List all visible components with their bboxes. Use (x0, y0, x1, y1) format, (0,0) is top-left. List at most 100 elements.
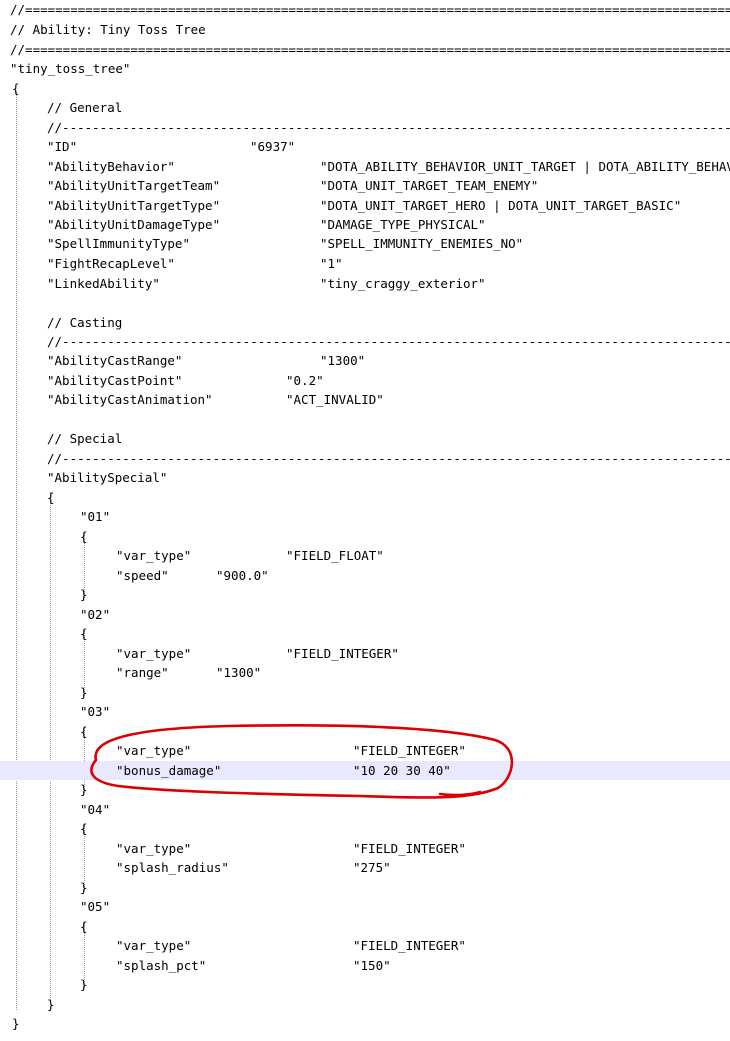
code-line[interactable]: // Special (0, 429, 730, 448)
key-token: "var_type" (116, 938, 192, 953)
line-text: "tiny_toss_tree" (10, 61, 131, 76)
line-text: } (47, 997, 55, 1012)
key-token: "splash_radius" (116, 860, 229, 875)
line-text: // Casting (47, 315, 123, 330)
current-code-line[interactable]: "bonus_damage" "10 20 30 40" (0, 761, 730, 780)
key-token: "AbilityUnitTargetType" (47, 198, 221, 213)
code-line[interactable]: } (0, 585, 730, 604)
code-line[interactable]: { (0, 527, 730, 546)
value-token: "1" (320, 256, 343, 271)
code-line[interactable]: // General (0, 98, 730, 117)
code-line[interactable]: //======================================… (0, 0, 730, 19)
key-token: "LinkedAbility" (47, 276, 160, 291)
code-line[interactable]: //======================================… (0, 40, 730, 59)
code-line[interactable]: "SpellImmunityType" "SPELL_IMMUNITY_ENEMI… (0, 234, 730, 253)
value-token: "DOTA_UNIT_TARGET_TEAM_ENEMY" (320, 178, 539, 193)
value-token: "0.2" (286, 373, 324, 388)
code-line[interactable]: "var_type" "FIELD_INTEGER" (0, 644, 730, 663)
code-line[interactable]: "AbilityBehavior" "DOTA_ABILITY_BEHAVIOR_… (0, 157, 730, 176)
code-line[interactable]: "splash_radius" "275" (0, 858, 730, 877)
code-line[interactable]: { (0, 917, 730, 936)
line-text: //--------------------------------------… (47, 451, 730, 466)
code-line[interactable]: "AbilityCastAnimation" "ACT_INVALID" (0, 390, 730, 409)
line-text: "AbilitySpecial" (47, 470, 168, 485)
code-line[interactable]: } (0, 975, 730, 994)
code-line[interactable]: } (0, 995, 730, 1014)
code-line[interactable]: { (0, 624, 730, 643)
key-token: "AbilityUnitDamageType" (47, 217, 221, 232)
key-token: "speed" (116, 568, 169, 583)
line-text: //======================================… (10, 2, 730, 17)
code-line[interactable]: "AbilityCastRange" "1300" (0, 351, 730, 370)
line-text: "03" (80, 704, 111, 719)
value-token: "DAMAGE_TYPE_PHYSICAL" (320, 217, 486, 232)
code-line[interactable] (0, 410, 730, 429)
code-line[interactable]: "01" (0, 507, 730, 526)
code-line[interactable]: "range" "1300" (0, 663, 730, 682)
code-line[interactable]: "AbilityUnitDamageType" "DAMAGE_TYPE_PHYS… (0, 215, 730, 234)
line-text: //--------------------------------------… (47, 120, 730, 135)
code-editor[interactable]: //======================================… (0, 0, 730, 1041)
code-line[interactable]: "speed" "900.0" (0, 566, 730, 585)
code-line[interactable]: } (0, 1014, 730, 1033)
code-line[interactable]: "ID" "6937" (0, 137, 730, 156)
line-text: "04" (80, 802, 111, 817)
line-text: { (80, 821, 88, 836)
line-text: // Special (47, 431, 123, 446)
key-token: "bonus_damage" (116, 763, 222, 778)
line-text: // General (47, 100, 123, 115)
code-line[interactable]: } (0, 780, 730, 799)
code-line[interactable]: //--------------------------------------… (0, 118, 730, 137)
code-line[interactable]: { (0, 819, 730, 838)
key-token: "AbilityCastRange" (47, 353, 183, 368)
code-line[interactable]: "AbilityCastPoint" "0.2" (0, 371, 730, 390)
code-line[interactable]: "AbilityUnitTargetType" "DOTA_UNIT_TARGET… (0, 196, 730, 215)
code-line[interactable]: //--------------------------------------… (0, 449, 730, 468)
code-line[interactable]: "var_type" "FIELD_INTEGER" (0, 741, 730, 760)
code-line[interactable]: "tiny_toss_tree" (0, 59, 730, 78)
code-line[interactable]: // Ability: Tiny Toss Tree (0, 20, 730, 39)
code-line[interactable] (0, 293, 730, 312)
line-text: } (80, 685, 88, 700)
code-line[interactable]: "var_type" "FIELD_INTEGER" (0, 936, 730, 955)
code-line[interactable]: "AbilitySpecial" (0, 468, 730, 487)
code-line[interactable]: } (0, 878, 730, 897)
key-token: "var_type" (116, 548, 192, 563)
code-line[interactable]: // Casting (0, 313, 730, 332)
code-line[interactable]: "AbilityUnitTargetTeam" "DOTA_UNIT_TARGET… (0, 176, 730, 195)
code-line[interactable]: { (0, 79, 730, 98)
value-token: "SPELL_IMMUNITY_ENEMIES_NO" (320, 236, 524, 251)
line-text: //======================================… (10, 42, 730, 57)
code-line[interactable]: } (0, 683, 730, 702)
value-token: "1300" (320, 353, 366, 368)
code-line[interactable]: { (0, 488, 730, 507)
code-line[interactable]: "var_type" "FIELD_FLOAT" (0, 546, 730, 565)
code-line[interactable]: //--------------------------------------… (0, 332, 730, 351)
line-text: { (80, 919, 88, 934)
code-line[interactable]: "FightRecapLevel" "1" (0, 254, 730, 273)
value-token: "tiny_craggy_exterior" (320, 276, 486, 291)
line-text: } (12, 1016, 20, 1031)
key-token: "ID" (47, 139, 78, 154)
code-line[interactable]: { (0, 722, 730, 741)
line-text: // Ability: Tiny Toss Tree (10, 22, 206, 37)
value-token: "DOTA_ABILITY_BEHAVIOR_UNIT_TARGET | DOT… (320, 159, 730, 174)
code-line[interactable]: "04" (0, 800, 730, 819)
value-token: "FIELD_INTEGER" (286, 646, 399, 661)
code-line[interactable]: "03" (0, 702, 730, 721)
key-token: "AbilityCastPoint" (47, 373, 183, 388)
line-text: //--------------------------------------… (47, 334, 730, 349)
code-line[interactable]: "LinkedAbility" "tiny_craggy_exterior" (0, 274, 730, 293)
line-text: "05" (80, 899, 111, 914)
code-line[interactable]: "var_type" "FIELD_INTEGER" (0, 839, 730, 858)
code-line[interactable]: "splash_pct" "150" (0, 956, 730, 975)
code-line[interactable]: "02" (0, 605, 730, 624)
line-text: { (80, 529, 88, 544)
line-text: { (12, 81, 20, 96)
value-token: "FIELD_INTEGER" (353, 841, 466, 856)
line-text: } (80, 977, 88, 992)
value-token: "1300" (216, 665, 262, 680)
line-text: "02" (80, 607, 111, 622)
code-line[interactable]: "05" (0, 897, 730, 916)
key-token: "var_type" (116, 646, 192, 661)
